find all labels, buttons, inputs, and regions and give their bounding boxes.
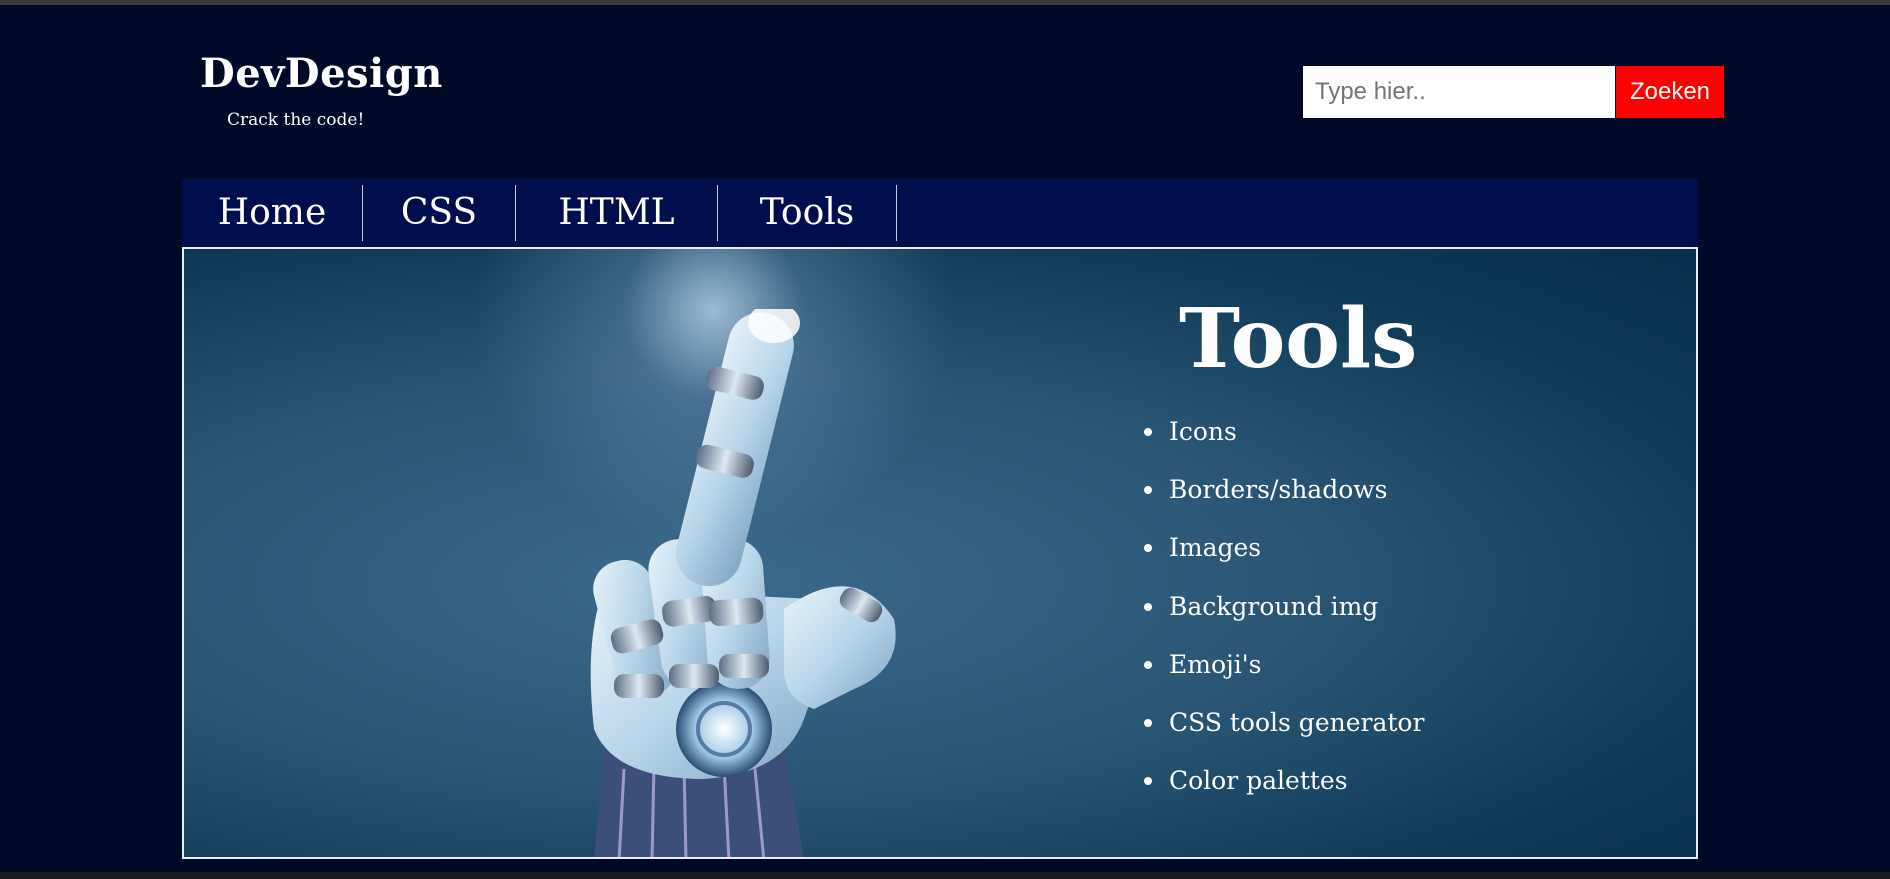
bullet-icon bbox=[1144, 544, 1152, 553]
search-button[interactable]: Zoeken bbox=[1616, 66, 1724, 118]
nav-item-tools[interactable]: Tools bbox=[718, 185, 897, 241]
tools-link-icons[interactable]: Icons bbox=[1169, 417, 1237, 446]
hero-title: Tools bbox=[1179, 291, 1418, 387]
nav-item-html[interactable]: HTML bbox=[516, 185, 718, 241]
main-navigation: Home CSS HTML Tools bbox=[182, 179, 1698, 247]
bullet-icon bbox=[1144, 486, 1152, 495]
bullet-icon bbox=[1144, 777, 1152, 786]
search-input[interactable] bbox=[1303, 66, 1615, 118]
tools-link-emojis[interactable]: Emoji's bbox=[1169, 650, 1261, 679]
tools-link-borders-shadows[interactable]: Borders/shadows bbox=[1169, 475, 1388, 504]
bullet-icon bbox=[1144, 660, 1152, 669]
robot-hand-image bbox=[590, 309, 896, 857]
bullet-icon bbox=[1144, 428, 1152, 436]
tools-list-item[interactable]: Color palettes bbox=[1144, 768, 1424, 826]
window-top-edge bbox=[0, 0, 1890, 5]
tools-link-images[interactable]: Images bbox=[1169, 533, 1261, 562]
site-tagline: Crack the code! bbox=[227, 110, 365, 130]
tools-list: Icons Borders/shadows Images Background … bbox=[1144, 419, 1424, 826]
nav-item-css[interactable]: CSS bbox=[363, 185, 516, 241]
tools-list-item[interactable]: Images bbox=[1144, 535, 1424, 593]
tools-link-background-img[interactable]: Background img bbox=[1169, 592, 1378, 621]
nav-item-home[interactable]: Home bbox=[182, 185, 363, 241]
window-bottom-edge bbox=[0, 872, 1890, 879]
tools-link-color-palettes[interactable]: Color palettes bbox=[1169, 766, 1348, 795]
tools-list-item[interactable]: CSS tools generator bbox=[1144, 710, 1424, 768]
tools-link-css-tools-generator[interactable]: CSS tools generator bbox=[1169, 708, 1424, 737]
bullet-icon bbox=[1144, 718, 1152, 727]
tools-list-item[interactable]: Background img bbox=[1144, 594, 1424, 652]
tools-list-item[interactable]: Emoji's bbox=[1144, 652, 1424, 710]
bullet-icon bbox=[1144, 602, 1152, 611]
site-logo[interactable]: DevDesign bbox=[200, 50, 443, 97]
tools-list-item[interactable]: Icons bbox=[1144, 419, 1424, 477]
tools-list-item[interactable]: Borders/shadows bbox=[1144, 477, 1424, 535]
hero-banner: Tools Icons Borders/shadows Images Backg… bbox=[182, 247, 1698, 859]
